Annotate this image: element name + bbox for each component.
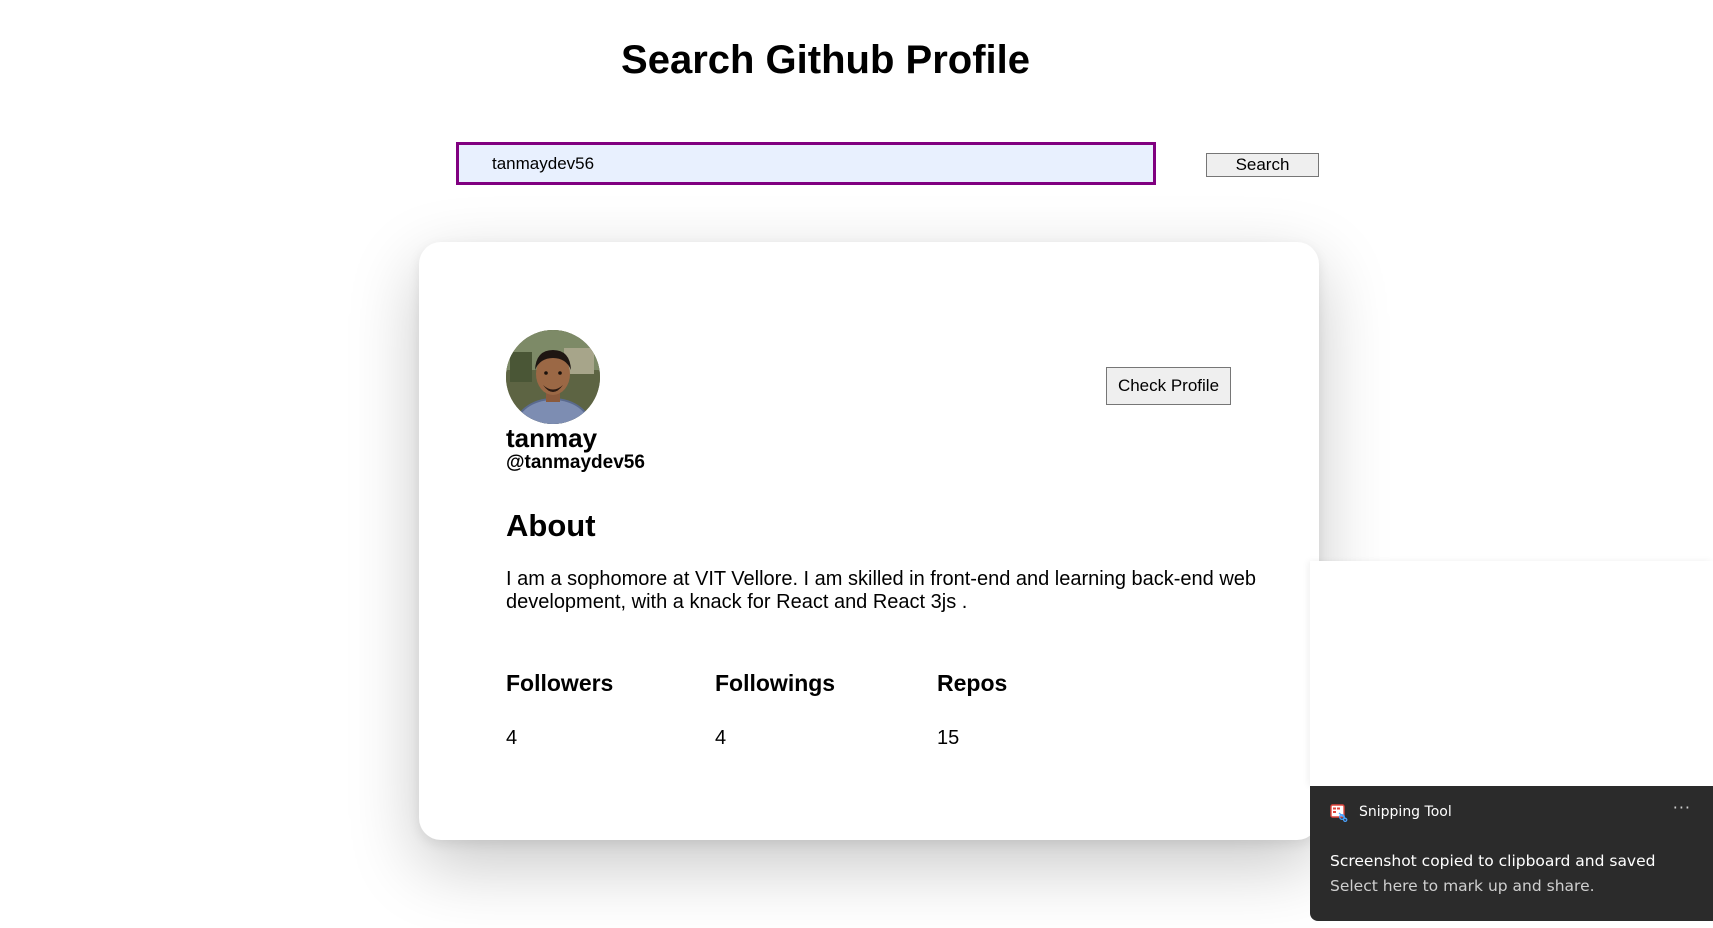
toast-preview-area[interactable] xyxy=(1310,561,1713,786)
avatar xyxy=(506,330,600,424)
user-login: @tanmaydev56 xyxy=(506,452,645,473)
toast-title: Screenshot copied to clipboard and saved xyxy=(1330,852,1656,870)
user-name: tanmay xyxy=(506,423,598,453)
about-text: I am a sophomore at VIT Vellore. I am sk… xyxy=(506,568,1257,613)
more-horizontal-icon[interactable]: ··· xyxy=(1673,798,1691,817)
page: Search Github Profile Search tanmay @tan… xyxy=(0,0,1713,928)
toast-subtitle: Select here to mark up and share. xyxy=(1330,877,1595,895)
followings-value: 4 xyxy=(715,727,727,749)
snipping-tool-toast[interactable]: Snipping Tool ··· Screenshot copied to c… xyxy=(1310,786,1713,921)
check-profile-button[interactable]: Check Profile xyxy=(1106,367,1231,405)
stat-followings: Followings 4 xyxy=(715,670,835,750)
repos-label: Repos xyxy=(937,670,1008,696)
search-button[interactable]: Search xyxy=(1206,153,1319,177)
stat-followers: Followers 4 xyxy=(506,670,613,750)
snipping-tool-icon xyxy=(1330,804,1348,822)
profile-card: tanmay @tanmaydev56 Check Profile About … xyxy=(419,242,1319,840)
repos-value: 15 xyxy=(937,727,960,749)
page-title: Search Github Profile xyxy=(621,38,1030,82)
followers-label: Followers xyxy=(506,670,614,696)
user-avatar-photo-icon xyxy=(506,330,600,424)
followings-label: Followings xyxy=(715,670,836,696)
stat-repos: Repos 15 xyxy=(937,670,1007,750)
followers-value: 4 xyxy=(506,727,518,749)
search-input[interactable] xyxy=(456,142,1156,185)
toast-app-name: Snipping Tool xyxy=(1359,804,1452,820)
about-heading: About xyxy=(506,508,596,543)
